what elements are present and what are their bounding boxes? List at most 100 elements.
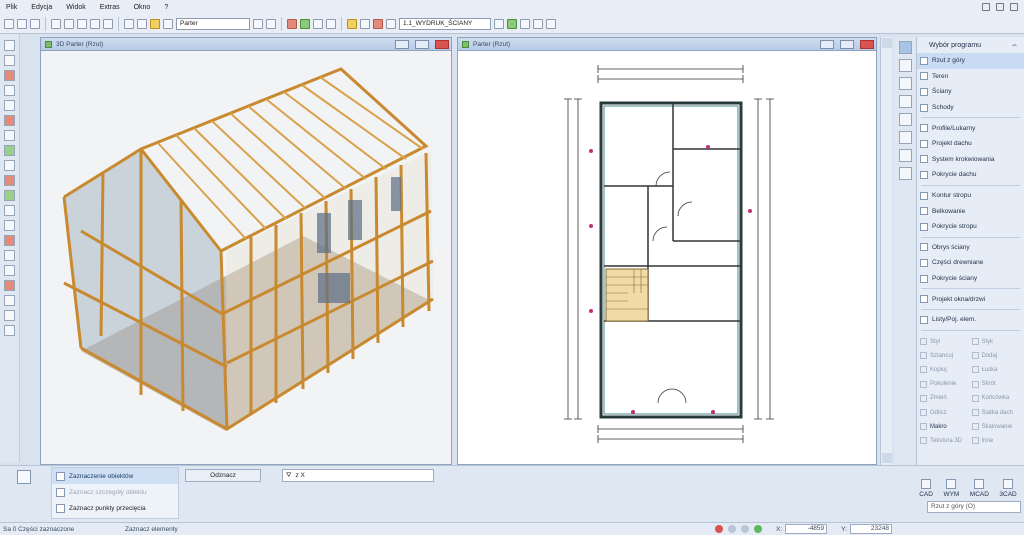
program-item[interactable]: Schody	[917, 100, 1024, 116]
selection-filter-field[interactable]: ⛛ z X	[282, 469, 434, 482]
mirror-tool-icon[interactable]	[4, 175, 15, 186]
grid-icon[interactable]	[137, 18, 147, 29]
select-tool-icon[interactable]	[4, 40, 15, 51]
floor-plan-maximize-button[interactable]	[840, 39, 854, 49]
copy-icon[interactable]	[77, 18, 87, 29]
program-item[interactable]: Ściany	[917, 84, 1024, 100]
program-ceiling-icon[interactable]	[898, 113, 912, 126]
view-3d-window[interactable]: 3D Parter (Rzut)	[40, 37, 452, 465]
export-icon[interactable]	[533, 18, 543, 29]
program-lists-icon[interactable]	[898, 167, 912, 180]
program-item[interactable]: Pokrycie ściany	[917, 271, 1024, 287]
floor-plan-minimize-button[interactable]	[820, 39, 834, 49]
program-tool[interactable]: Zmień	[920, 391, 970, 405]
select-intersections-option[interactable]: Zaznacz punkty przecięcia	[52, 500, 178, 516]
select-details-option[interactable]: Zaznacz szczegóły obiektu	[52, 484, 178, 500]
view-3d-close-button[interactable]	[435, 39, 449, 49]
restore-icon[interactable]	[996, 3, 1004, 11]
print-icon[interactable]	[30, 18, 40, 29]
y-value[interactable]: 23248	[849, 524, 892, 534]
delete-tool-icon[interactable]	[4, 235, 15, 246]
extend-tool-icon[interactable]	[4, 250, 15, 261]
undo-icon[interactable]	[51, 18, 61, 29]
minimize-icon[interactable]	[982, 3, 990, 11]
program-item[interactable]: Profile/Lukarny	[917, 120, 1024, 136]
floor-plan-close-button[interactable]	[860, 39, 874, 49]
window-icon[interactable]	[520, 18, 530, 29]
program-item[interactable]: System krokwiowania	[917, 152, 1024, 168]
floor-up-icon[interactable]	[253, 18, 263, 29]
view-3d-canvas[interactable]	[41, 51, 451, 464]
menu-plik[interactable]: Plik	[6, 4, 17, 11]
program-item[interactable]: Obrys ściany	[917, 240, 1024, 256]
scroll-up-icon[interactable]	[882, 38, 892, 48]
camera-icon[interactable]	[507, 18, 517, 29]
arc-tool-icon[interactable]	[4, 100, 15, 111]
dimension-tool-icon[interactable]	[4, 115, 15, 126]
program-tool[interactable]: Pokolenie	[920, 377, 970, 391]
tile-icon[interactable]	[546, 18, 556, 29]
program-item[interactable]: Części drewniane	[917, 255, 1024, 271]
program-item[interactable]: Pokrycie stropu	[917, 219, 1024, 235]
program-item[interactable]: Teren	[917, 69, 1024, 85]
program-item[interactable]: Rzut z góry	[917, 53, 1024, 69]
refresh-icon[interactable]	[494, 18, 504, 29]
program-item[interactable]: Pokrycie dachu	[917, 167, 1024, 183]
program-tool[interactable]: Kopiuj	[920, 363, 970, 377]
rect-tool-icon[interactable]	[4, 85, 15, 96]
program-tool[interactable]: Styk	[971, 335, 1022, 349]
view-3d-titlebar[interactable]: 3D Parter (Rzut)	[41, 38, 451, 51]
program-item[interactable]: Listy/Poj. elem.	[917, 312, 1024, 328]
program-item[interactable]: Projekt dachu	[917, 136, 1024, 152]
ortho-status-icon[interactable]	[728, 525, 736, 533]
floor-plan-titlebar[interactable]: Parter (Rzut)	[458, 38, 876, 51]
wall-tool-icon[interactable]	[4, 70, 15, 81]
program-tool[interactable]: Skrót	[971, 377, 1022, 391]
x-value[interactable]: -4859	[785, 524, 828, 534]
zoom-icon[interactable]	[90, 18, 100, 29]
program-tool[interactable]: Styl	[920, 335, 970, 349]
floor-plan-window[interactable]: Parter (Rzut)	[457, 37, 877, 465]
program-terrain-icon[interactable]	[898, 59, 912, 72]
pin-icon[interactable]	[287, 18, 297, 29]
grid-status-icon[interactable]	[741, 525, 749, 533]
program-item[interactable]: Projekt okna/drzwi	[917, 291, 1024, 307]
scroll-down-icon[interactable]	[882, 453, 892, 463]
program-item[interactable]: Kontur stropu	[917, 188, 1024, 204]
marker-icon[interactable]	[373, 18, 383, 29]
plot-layout-select[interactable]: 1.1_WYDRUK_ŚCIANY	[399, 17, 491, 30]
cad-mode-cad[interactable]: CAD	[919, 479, 933, 498]
floor-plan-canvas[interactable]	[458, 51, 876, 464]
pencil-icon[interactable]	[150, 18, 160, 29]
program-tool[interactable]: Tekstura 3D	[920, 434, 970, 448]
rotate-tool-icon[interactable]	[4, 205, 15, 216]
redo-icon[interactable]	[64, 18, 74, 29]
explode-tool-icon[interactable]	[4, 325, 15, 336]
palette-icon[interactable]	[347, 18, 357, 29]
menu-extras[interactable]: Extras	[100, 4, 120, 11]
program-wall-cover-icon[interactable]	[898, 131, 912, 144]
program-openings-icon[interactable]	[898, 149, 912, 162]
menu-okno[interactable]: Okno	[134, 4, 151, 11]
menu-help[interactable]: ?	[164, 4, 168, 11]
point-tool-icon[interactable]	[4, 280, 15, 291]
deselect-button[interactable]: Odznacz	[185, 469, 261, 482]
vertical-scrollbar[interactable]	[880, 37, 892, 465]
line-tool-icon[interactable]	[4, 55, 15, 66]
cad-mode-mcad[interactable]: MCAD	[970, 479, 989, 498]
lock-icon[interactable]	[360, 18, 370, 29]
program-tool[interactable]: Odlicz	[920, 405, 970, 419]
settings-icon[interactable]	[386, 18, 396, 29]
view-select[interactable]: Rzut z góry (O)	[927, 501, 1021, 513]
program-tool[interactable]: Skalowanie	[971, 420, 1022, 434]
cad-mode-wym[interactable]: WYM	[943, 479, 959, 498]
program-roof-icon[interactable]	[898, 95, 912, 108]
selection-mode-icon[interactable]	[17, 470, 31, 484]
connected-status-icon[interactable]	[754, 525, 762, 533]
program-tool[interactable]: Siatka dach	[971, 405, 1022, 419]
flag-icon[interactable]	[300, 18, 310, 29]
program-view-icon[interactable]	[898, 41, 912, 54]
text-tool-icon[interactable]	[4, 160, 15, 171]
hatch-tool-icon[interactable]	[4, 130, 15, 141]
layer-icon[interactable]	[124, 18, 134, 29]
